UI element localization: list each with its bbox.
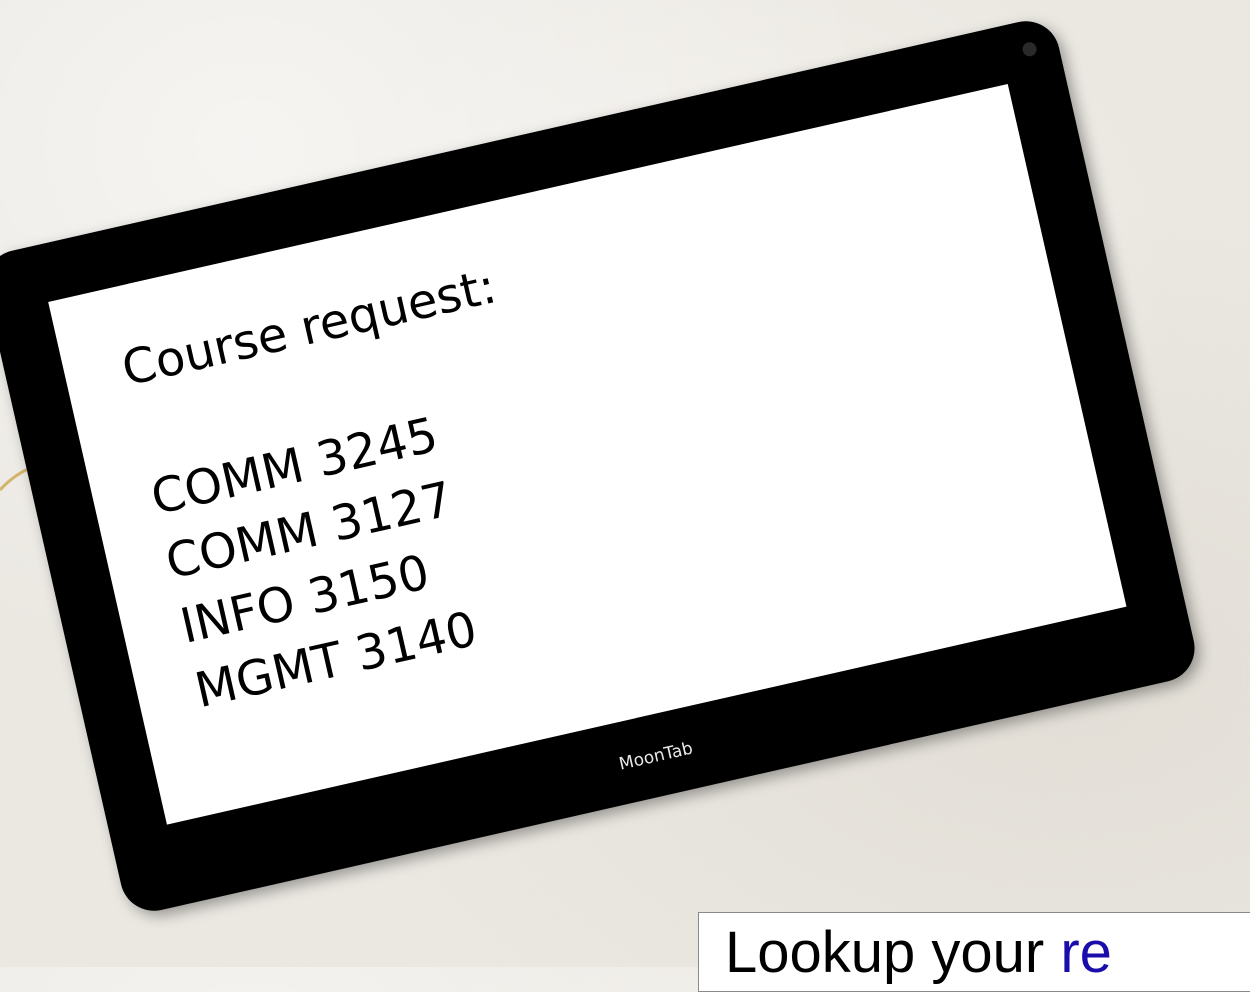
course-request-text: Course request: COMM 3245 COMM 3127 INFO…	[116, 253, 576, 724]
lookup-callout-box: Lookup your re	[698, 912, 1250, 992]
camera-icon	[1021, 40, 1038, 58]
course-list: COMM 3245 COMM 3127 INFO 3150 MGMT 3140	[145, 382, 575, 724]
course-request-title: Course request:	[116, 258, 502, 398]
lookup-link[interactable]: re	[1060, 920, 1112, 985]
lookup-text: Lookup your	[725, 920, 1061, 985]
